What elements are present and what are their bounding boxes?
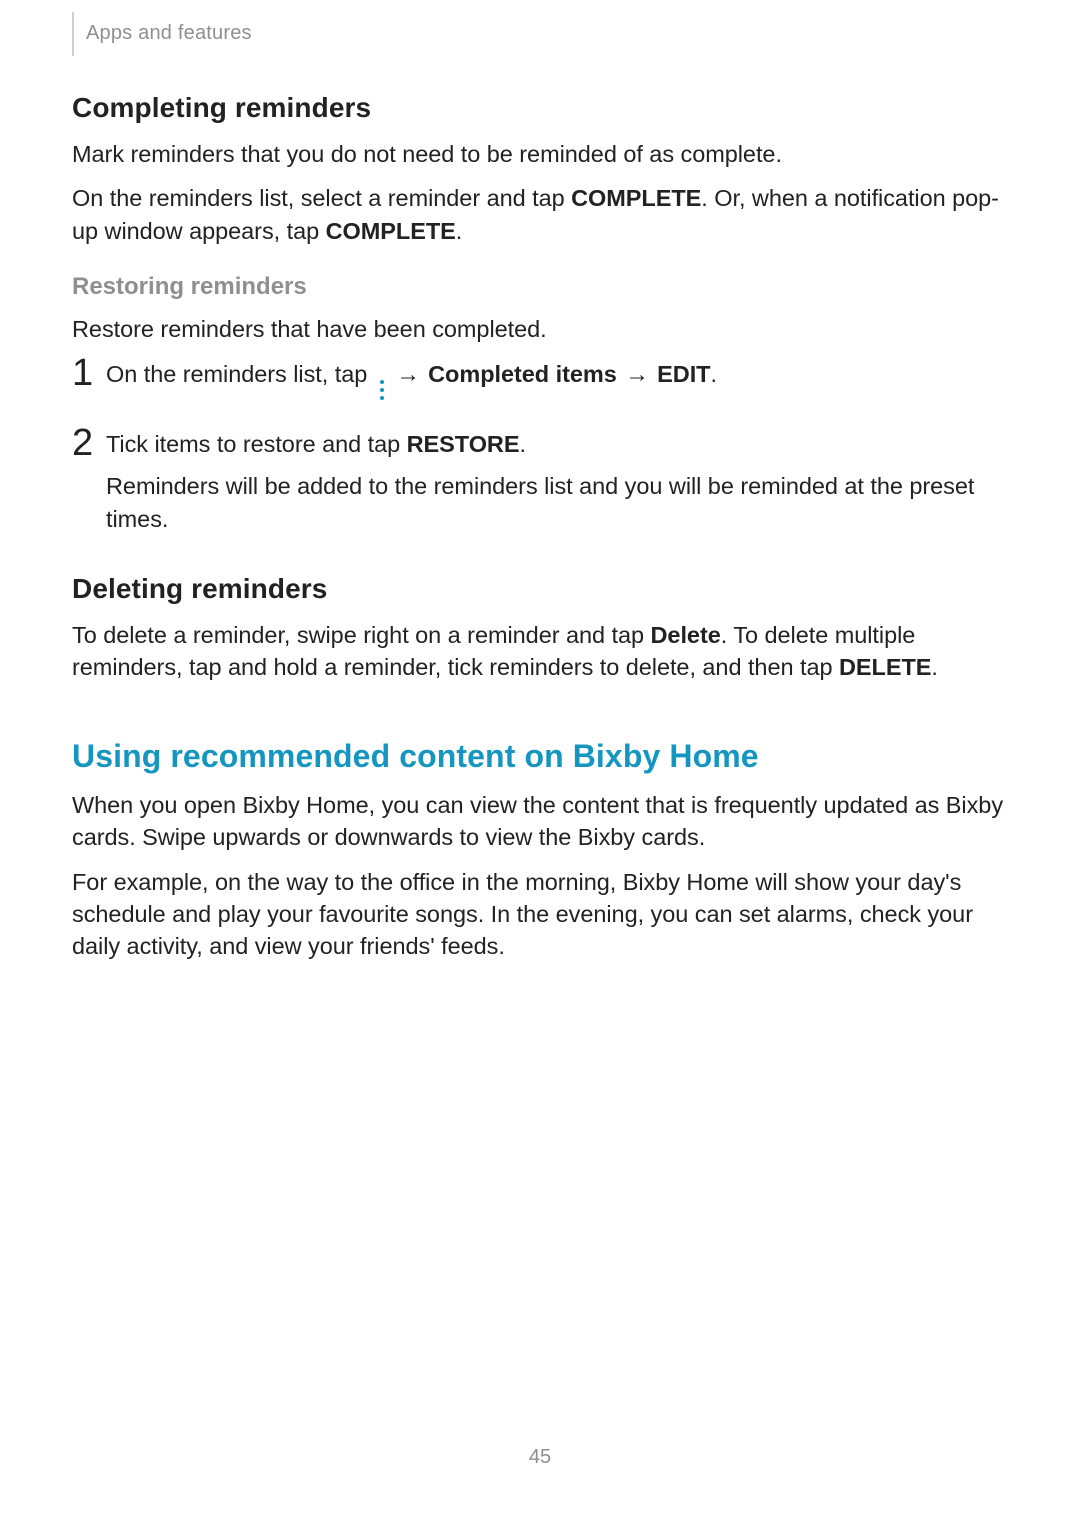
heading-completing-reminders: Completing reminders: [72, 92, 1008, 124]
label-edit: EDIT: [657, 361, 710, 387]
page-number: 45: [0, 1446, 1080, 1469]
text-fragment: To delete a reminder, swipe right on a r…: [72, 622, 651, 648]
step-2: 2 Tick items to restore and tap RESTORE.…: [72, 428, 1008, 545]
text-fragment: .: [711, 361, 717, 387]
heading-restoring-reminders: Restoring reminders: [72, 273, 1008, 301]
restoring-intro: Restore reminders that have been complet…: [72, 313, 1008, 345]
label-delete: Delete: [651, 622, 721, 648]
step-1: 1 On the reminders list, tap → Completed…: [72, 358, 1008, 410]
text-fragment: On the reminders list, select a reminder…: [72, 185, 571, 211]
step-body: Tick items to restore and tap RESTORE. R…: [106, 428, 1008, 545]
completing-para-2: On the reminders list, select a reminder…: [72, 182, 1008, 247]
more-options-icon: [378, 380, 386, 400]
step-note: Reminders will be added to the reminders…: [106, 470, 1008, 535]
label-complete: COMPLETE: [326, 218, 456, 244]
heading-bixby-home: Using recommended content on Bixby Home: [72, 738, 1008, 775]
text-fragment: Tick items to restore and tap: [106, 431, 407, 457]
completing-para-1: Mark reminders that you do not need to b…: [72, 138, 1008, 170]
document-page: Apps and features Completing reminders M…: [0, 0, 1080, 1527]
text-fragment: On the reminders list, tap: [106, 361, 374, 387]
label-restore: RESTORE: [407, 431, 520, 457]
breadcrumb: Apps and features: [86, 22, 252, 45]
page-content: Completing reminders Mark reminders that…: [72, 92, 1008, 975]
text-fragment: .: [931, 654, 937, 680]
arrow-icon: →: [394, 358, 421, 390]
arrow-icon: →: [623, 358, 650, 390]
label-complete: COMPLETE: [571, 185, 701, 211]
bixby-para-1: When you open Bixby Home, you can view t…: [72, 789, 1008, 854]
step-body: On the reminders list, tap → Completed i…: [106, 358, 1008, 410]
label-completed-items: Completed items: [428, 361, 617, 387]
bixby-para-2: For example, on the way to the office in…: [72, 866, 1008, 963]
step-number: 2: [72, 424, 106, 462]
deleting-para: To delete a reminder, swipe right on a r…: [72, 619, 1008, 684]
steps-list: 1 On the reminders list, tap → Completed…: [72, 358, 1008, 545]
heading-deleting-reminders: Deleting reminders: [72, 573, 1008, 605]
text-fragment: .: [456, 218, 462, 244]
text-fragment: .: [519, 431, 525, 457]
label-delete-caps: DELETE: [839, 654, 931, 680]
header-divider: [72, 12, 74, 56]
step-number: 1: [72, 354, 106, 392]
